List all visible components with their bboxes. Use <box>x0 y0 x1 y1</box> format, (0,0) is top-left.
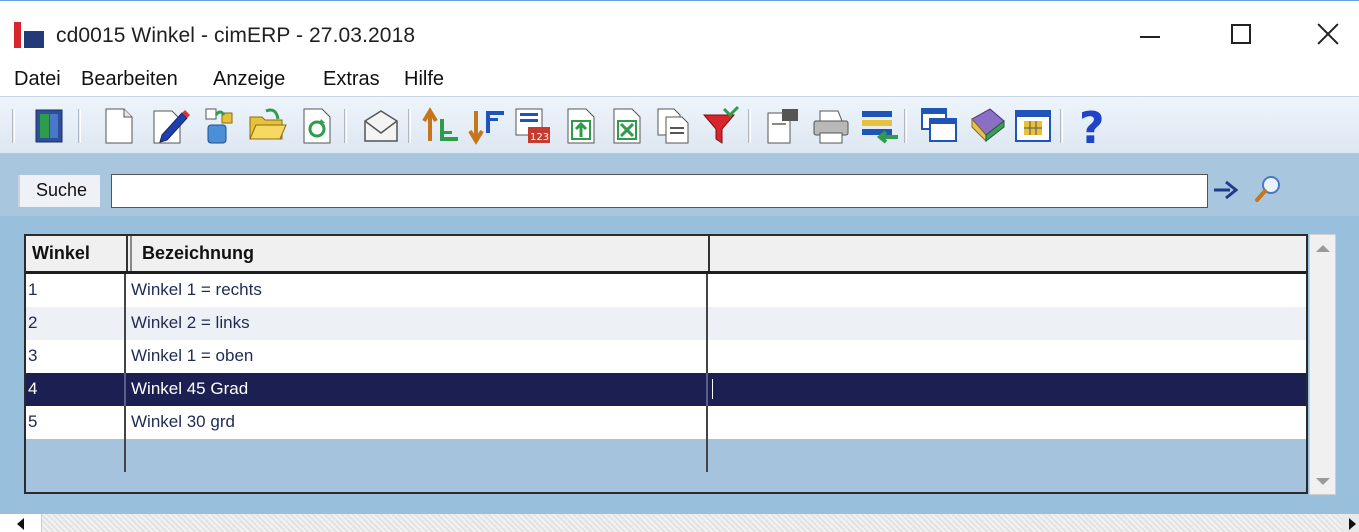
horizontal-scrollbar[interactable] <box>0 514 1359 532</box>
cell-winkel: 2 <box>26 307 126 340</box>
filter-funnel-icon[interactable] <box>700 105 742 147</box>
svg-text:?: ? <box>1079 105 1105 147</box>
horizontal-scroll-track[interactable] <box>42 514 1342 532</box>
toolbar-separator <box>344 109 347 143</box>
menu-extras[interactable]: Extras <box>323 68 380 91</box>
cell-extra <box>708 274 1306 307</box>
column-header-extra[interactable] <box>710 236 1306 271</box>
edit-pencil-icon[interactable] <box>148 105 190 147</box>
calendar-grid-icon[interactable] <box>1012 105 1054 147</box>
cell-bezeichnung: Winkel 1 = rechts <box>126 274 708 307</box>
search-bar: Suche <box>0 154 1359 216</box>
windows-icon[interactable] <box>918 105 960 147</box>
open-folder-icon[interactable] <box>246 105 288 147</box>
arrow-right-icon[interactable] <box>1210 176 1242 204</box>
chevron-right-icon <box>1349 517 1356 530</box>
cell-winkel: 5 <box>26 406 126 439</box>
number-sequence-icon[interactable]: 123 <box>512 105 554 147</box>
mail-envelope-icon[interactable] <box>360 105 402 147</box>
cell-bezeichnung: Winkel 45 Grad <box>126 373 708 406</box>
table-row[interactable]: 2 Winkel 2 = links <box>26 307 1306 340</box>
close-icon <box>1316 22 1340 46</box>
chevron-down-icon <box>1315 477 1330 485</box>
toolbar-separator <box>748 109 751 143</box>
toolbar-separator <box>1060 109 1063 143</box>
exit-door-icon[interactable] <box>28 105 70 147</box>
copy-record-icon[interactable] <box>196 105 238 147</box>
minimize-button[interactable] <box>1120 12 1180 56</box>
help-icon[interactable]: ? <box>1072 105 1114 147</box>
cell-extra-editing[interactable] <box>708 373 1306 406</box>
cell-bezeichnung-empty <box>126 439 708 472</box>
refresh-icon[interactable] <box>296 105 338 147</box>
table-row-empty[interactable] <box>26 439 1306 472</box>
minimize-icon <box>1140 36 1160 38</box>
maximize-icon <box>1231 24 1251 44</box>
transfer-list-icon[interactable] <box>858 105 900 147</box>
magnifier-icon[interactable] <box>1252 172 1284 206</box>
toolbar-separator <box>12 109 15 143</box>
menu-anzeige[interactable]: Anzeige <box>213 68 285 91</box>
sort-ascending-icon[interactable] <box>420 105 462 147</box>
table-row[interactable]: 1 Winkel 1 = rechts <box>26 274 1306 307</box>
cell-extra <box>708 307 1306 340</box>
application-window: cd0015 Winkel - cimERP - 27.03.2018 Date… <box>0 0 1359 532</box>
text-caret <box>712 379 713 399</box>
search-label-box: Suche <box>18 175 100 207</box>
copy-pages-icon[interactable] <box>652 105 694 147</box>
menu-bar: Datei Bearbeiten Anzeige Extras Hilfe <box>0 64 1359 96</box>
table-row[interactable]: 3 Winkel 1 = oben <box>26 340 1306 373</box>
new-document-icon[interactable] <box>98 105 140 147</box>
svg-text:123: 123 <box>530 132 549 143</box>
cell-bezeichnung: Winkel 30 grd <box>126 406 708 439</box>
excel-export-icon[interactable] <box>606 105 648 147</box>
chevron-up-icon <box>1315 244 1330 252</box>
toolbar: 123 ? <box>0 96 1359 154</box>
title-bar: cd0015 Winkel - cimERP - 27.03.2018 <box>0 2 1359 64</box>
cell-winkel-empty <box>26 439 126 472</box>
grid-header: Winkel Bezeichnung <box>26 236 1306 274</box>
menu-hilfe[interactable]: Hilfe <box>404 68 444 91</box>
column-header-bezeichnung[interactable]: Bezeichnung <box>130 236 710 271</box>
cell-extra <box>708 340 1306 373</box>
vertical-scrollbar[interactable] <box>1309 234 1336 495</box>
export-icon[interactable] <box>560 105 602 147</box>
window-title: cd0015 Winkel - cimERP - 27.03.2018 <box>56 24 416 47</box>
sort-descending-icon[interactable] <box>466 105 508 147</box>
table-row-selected[interactable]: 4 Winkel 45 Grad <box>26 373 1306 406</box>
cell-extra-empty <box>708 439 1306 472</box>
menu-datei[interactable]: Datei <box>14 68 61 91</box>
close-button[interactable] <box>1298 12 1358 56</box>
scroll-down-button[interactable] <box>1310 468 1335 494</box>
cell-bezeichnung: Winkel 2 = links <box>126 307 708 340</box>
data-grid: Winkel Bezeichnung 1 Winkel 1 = rechts 2… <box>24 234 1308 494</box>
scroll-right-button[interactable] <box>1349 514 1359 532</box>
printer-icon[interactable] <box>810 105 852 147</box>
cell-winkel: 4 <box>26 373 126 406</box>
cell-bezeichnung: Winkel 1 = oben <box>126 340 708 373</box>
content-area: Suche Winkel Bezeichnung 1 Winkel 1 = re… <box>0 154 1359 532</box>
toolbar-separator <box>904 109 907 143</box>
maximize-button[interactable] <box>1211 12 1271 56</box>
toolbar-separator <box>78 109 81 143</box>
column-header-winkel[interactable]: Winkel <box>26 236 128 271</box>
app-logo-icon <box>14 22 44 48</box>
menu-bearbeiten[interactable]: Bearbeiten <box>81 68 178 91</box>
chevron-left-icon <box>17 517 24 530</box>
search-input[interactable] <box>111 174 1208 208</box>
cell-extra <box>708 406 1306 439</box>
toolbar-separator <box>408 109 411 143</box>
book-icon[interactable] <box>966 105 1008 147</box>
cell-winkel: 3 <box>26 340 126 373</box>
table-row[interactable]: 5 Winkel 30 grd <box>26 406 1306 439</box>
scroll-up-button[interactable] <box>1310 235 1335 261</box>
paste-icon[interactable] <box>762 105 804 147</box>
scroll-left-button[interactable] <box>0 514 42 532</box>
cell-winkel: 1 <box>26 274 126 307</box>
search-label: Suche <box>36 180 88 200</box>
